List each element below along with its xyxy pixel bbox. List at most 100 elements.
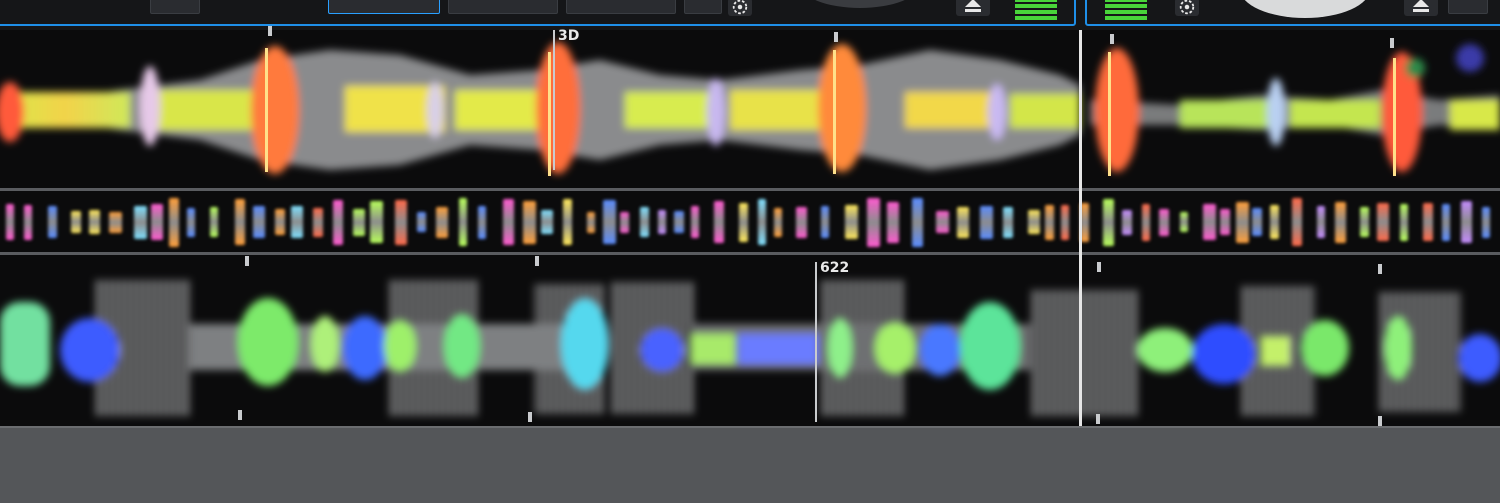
beat-marker (1097, 262, 1101, 272)
overview-spike (1317, 206, 1325, 238)
overview-spike (1180, 212, 1188, 232)
overview-spike (417, 212, 426, 232)
overview-spike (1482, 206, 1490, 238)
eject-icon[interactable] (1404, 0, 1438, 16)
bar-line (553, 30, 555, 170)
overview-spike (523, 200, 536, 244)
overview-spike (48, 206, 57, 238)
overview-spike (1236, 201, 1249, 243)
overview-spike (151, 204, 163, 240)
overview-spike (1028, 210, 1040, 234)
overview-spike (1423, 203, 1433, 241)
overview-spike (1442, 203, 1450, 241)
overview-spike (370, 201, 383, 243)
deck-toolbar (0, 0, 1500, 30)
overview-spike (210, 207, 218, 237)
beat-marker (245, 256, 249, 266)
deck-b-waveform[interactable]: 622 (0, 256, 1500, 426)
beat-marker (1378, 416, 1382, 426)
overview-spike (187, 207, 195, 237)
beat-marker (1110, 34, 1114, 44)
overview-spike (1335, 201, 1346, 243)
overview-spike (980, 205, 993, 239)
beat-marker (1390, 38, 1394, 48)
overview-spike (1292, 198, 1302, 246)
overview-spike (821, 206, 829, 238)
overview-spike (1122, 209, 1132, 235)
fx-icon[interactable] (728, 0, 752, 16)
deck-b-level-meter (1105, 0, 1147, 22)
overview-spike (674, 211, 684, 233)
overview-spike (1142, 203, 1150, 241)
beat-marker (1096, 414, 1100, 424)
deck-b-button[interactable] (1448, 0, 1488, 14)
overview-spike (71, 211, 81, 233)
overview-spike (887, 201, 899, 243)
deck-a-button-1[interactable] (150, 0, 200, 14)
overview-spike (541, 210, 553, 234)
overview-spike (333, 199, 343, 245)
overview-spike (235, 199, 245, 245)
overview-spike (1377, 203, 1389, 241)
overview-spike (1400, 203, 1408, 241)
overview-spike (658, 210, 666, 234)
lane-divider (0, 252, 1500, 255)
overview-spike (253, 206, 265, 238)
fx-icon[interactable] (1175, 0, 1199, 16)
beat-marker (238, 410, 242, 420)
overview-spike (109, 211, 122, 233)
lane-divider (0, 188, 1500, 191)
overview-spike (1003, 206, 1013, 238)
overview-spike (691, 206, 699, 238)
overview-spike (739, 202, 748, 242)
overview-spike (867, 197, 880, 247)
bar-line (815, 262, 817, 422)
overview-spike (1270, 205, 1279, 239)
overview-spike (6, 204, 14, 240)
overview-spike (1461, 201, 1472, 243)
overview-spike (24, 204, 32, 240)
overview-spike (134, 205, 147, 239)
overview-spike (459, 198, 467, 246)
deck-a-button-3[interactable] (566, 0, 676, 14)
overview-spike (395, 199, 407, 245)
overview-spike (620, 211, 629, 233)
deck-a-button-4[interactable] (684, 0, 722, 14)
overview-spike (587, 211, 595, 233)
beat-marker (834, 32, 838, 42)
deck-a-waveform[interactable]: 3D (0, 26, 1500, 190)
bar-number: 3D (558, 28, 580, 44)
overview-spike (957, 206, 969, 238)
overview-spike (436, 206, 448, 238)
overview-spike (796, 206, 807, 238)
overview-spike (503, 199, 514, 245)
overview-spike (1061, 204, 1069, 240)
overview-spike (1220, 209, 1230, 235)
eject-icon[interactable] (956, 0, 990, 16)
deck-a-button-2[interactable] (448, 0, 558, 14)
overview-spike (640, 207, 649, 237)
beat-marker (528, 412, 532, 422)
bar-number: 622 (820, 260, 850, 276)
overview-spike (1203, 204, 1216, 240)
overview-spike (774, 207, 782, 237)
overview-spike (313, 207, 323, 237)
overview-spike (353, 208, 365, 236)
overview-spike (1159, 208, 1169, 236)
overview-spike (89, 210, 100, 234)
overview-spike (275, 209, 285, 235)
deck-a-mode-button[interactable] (328, 0, 440, 14)
deck-a-level-meter (1015, 0, 1057, 22)
overview-spike (563, 199, 572, 245)
overview-spike (1252, 208, 1262, 236)
beat-marker (535, 256, 539, 266)
overview-spike (1103, 198, 1114, 246)
lower-panel (0, 426, 1500, 503)
overview-spike (758, 199, 766, 245)
beat-marker (268, 26, 272, 36)
overview-spike (714, 201, 724, 243)
overview-spike (291, 206, 303, 238)
overview-spike (1360, 207, 1369, 237)
overview-spike (1045, 204, 1054, 240)
deck-a-overview[interactable] (0, 192, 1500, 254)
